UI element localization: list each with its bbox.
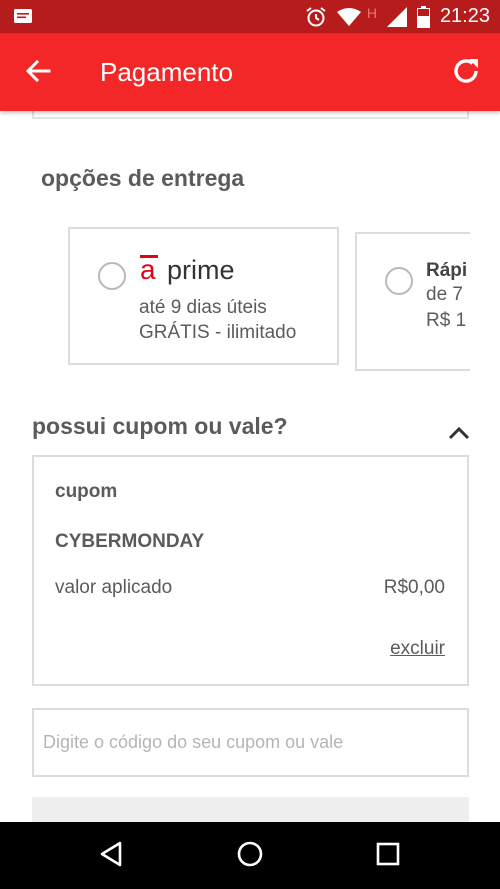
coupon-section-title: possui cupom ou vale? — [32, 413, 288, 439]
refresh-icon — [450, 55, 482, 92]
nav-home-icon — [236, 840, 264, 873]
prime-delivery-price: GRÁTIS - ilimitado — [139, 322, 297, 343]
prime-logo-word: prime — [167, 255, 235, 285]
rapida-option-name: Rápi — [426, 260, 468, 281]
nav-recents-icon — [376, 842, 400, 871]
delivery-option-prime[interactable]: a prime até 9 dias úteis GRÁTIS - ilimit… — [68, 227, 339, 365]
battery-icon — [416, 5, 430, 28]
radio-button-rapida[interactable] — [385, 267, 413, 295]
radio-button-prime[interactable] — [98, 262, 126, 290]
status-bar: H 21:23 — [0, 0, 500, 33]
screen: H 21:23 Pagamento opções de entrega a pr… — [0, 0, 500, 889]
wifi-icon — [336, 7, 361, 26]
rapida-delivery-price: R$ 1 — [426, 310, 467, 331]
nav-back-button[interactable] — [91, 840, 131, 872]
nav-back-icon — [98, 840, 124, 873]
payment-content[interactable]: opções de entrega a prime até 9 dias úte… — [0, 111, 500, 822]
prime-logo-mark: a — [139, 254, 159, 285]
delivery-options-title: opções de entrega — [41, 165, 245, 191]
applied-value-label: valor aplicado — [55, 577, 173, 598]
rapida-delivery-time: de 7 — [426, 284, 463, 305]
coupon-code: CYBERMONDAY — [55, 531, 205, 552]
prime-logo-letter: a — [140, 254, 156, 285]
message-icon — [14, 9, 32, 23]
carousel-clip — [470, 211, 500, 391]
network-type-label: H — [366, 5, 377, 21]
nav-home-button[interactable] — [230, 840, 270, 872]
previous-section-box — [32, 111, 469, 119]
status-icons: H 21:23 — [305, 0, 490, 33]
next-section-block — [32, 797, 469, 822]
clock-time: 21:23 — [439, 5, 490, 27]
prime-delivery-time: até 9 dias úteis — [139, 297, 267, 318]
collapse-coupon-button[interactable] — [443, 421, 475, 449]
system-nav-bar — [0, 822, 500, 889]
page-title: Pagamento — [100, 57, 233, 87]
alarm-icon — [305, 6, 327, 28]
applied-coupon-box: cupom CYBERMONDAY valor aplicado R$0,00 … — [32, 455, 469, 686]
coupon-label: cupom — [55, 481, 118, 502]
app-bar: Pagamento — [0, 33, 500, 111]
chevron-up-icon — [448, 426, 470, 445]
refresh-button[interactable] — [446, 53, 486, 93]
nav-recents-button[interactable] — [368, 840, 408, 872]
remove-coupon-link[interactable]: excluir — [390, 638, 445, 660]
arrow-back-icon — [25, 59, 51, 88]
coupon-code-input[interactable] — [32, 708, 469, 777]
back-button[interactable] — [20, 55, 56, 91]
prime-logo: a prime — [139, 254, 235, 285]
signal-icon — [386, 6, 407, 27]
applied-value-amount: R$0,00 — [383, 577, 445, 598]
